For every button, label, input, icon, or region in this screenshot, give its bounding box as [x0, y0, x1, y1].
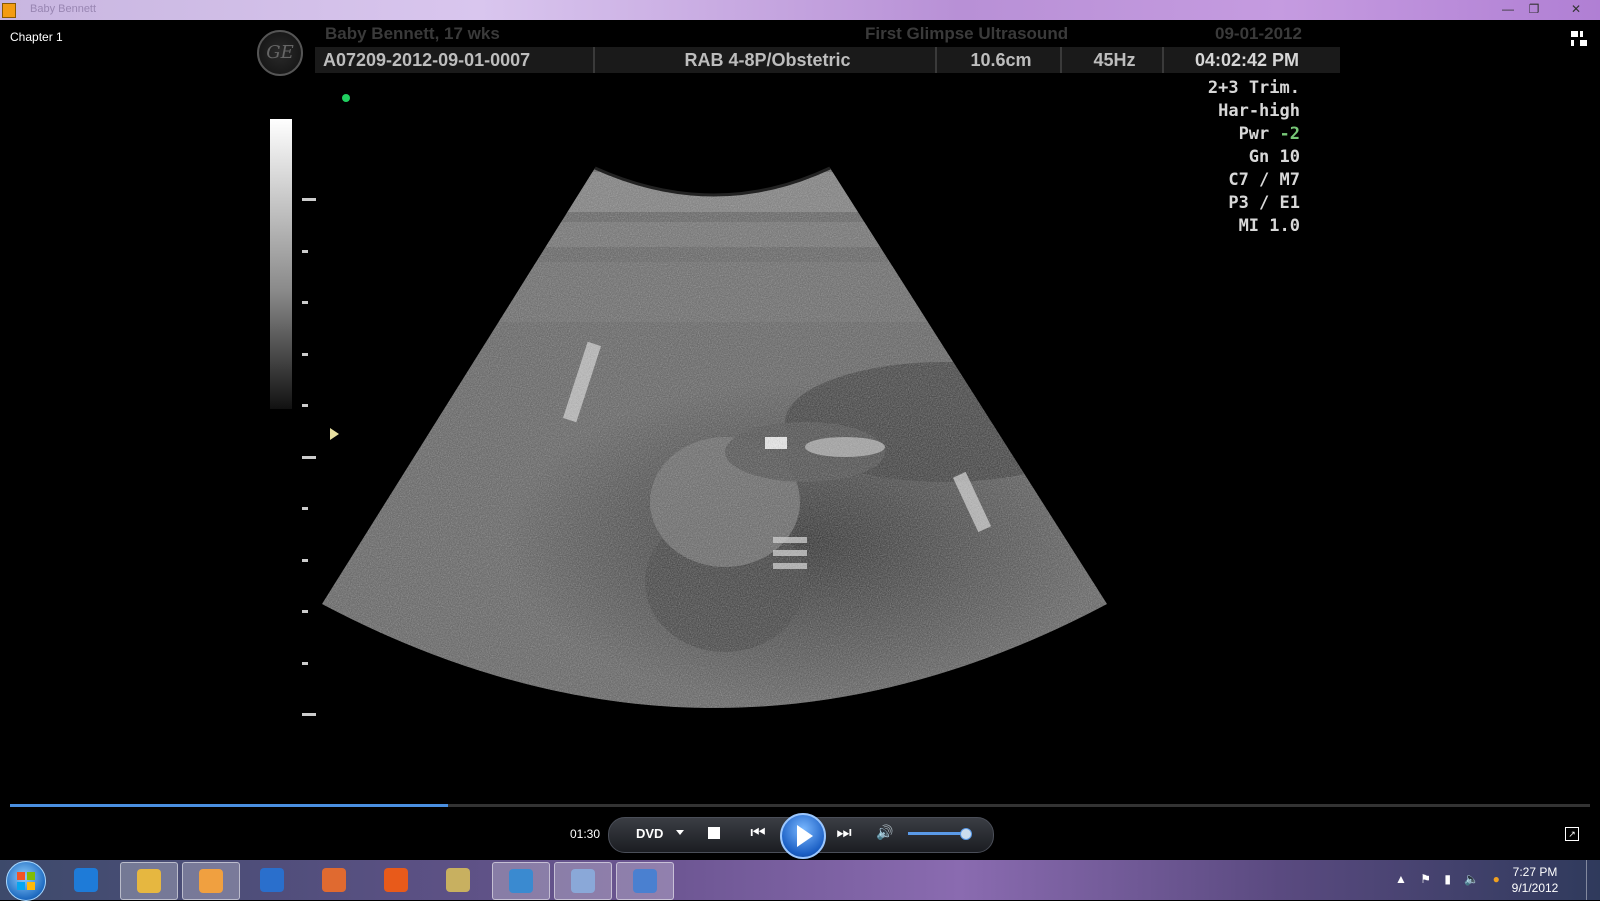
- taskbar-app-paint[interactable]: [430, 862, 486, 898]
- window-title: Baby Bennett: [30, 3, 97, 15]
- windows-taskbar: ▲ ⚑ ▮ 🔈 ● 7:27 PM 9/1/2012: [0, 860, 1600, 901]
- picture-viewer-icon: [509, 869, 533, 893]
- taskbar-app-internet-explorer[interactable]: [58, 862, 114, 898]
- video-frame[interactable]: GE Baby Bennett, 17 wks First Glimpse Ul…: [245, 22, 1340, 782]
- chapter-label: Chapter 1: [10, 30, 63, 44]
- volume-level: [908, 832, 965, 835]
- skip-previous-icon[interactable]: ⏮: [742, 822, 774, 844]
- network-icon[interactable]: ▮: [1444, 872, 1451, 886]
- seek-progress: [10, 804, 448, 807]
- photo-app-icon: [322, 868, 346, 892]
- elapsed-time: 01:30: [570, 827, 601, 841]
- taskbar-app-firefox[interactable]: [368, 862, 424, 898]
- clock-date: 9/1/2012: [1511, 881, 1559, 895]
- dvd-menu-button[interactable]: DVD: [636, 826, 663, 841]
- ultrasound-scan-image: [322, 166, 1107, 708]
- system-tray[interactable]: ▲ ⚑ ▮ 🔈 ●: [1395, 872, 1510, 886]
- wordpad-icon: [633, 869, 657, 893]
- media-player-icon: [199, 869, 223, 893]
- fullscreen-icon[interactable]: ↗: [1565, 827, 1579, 841]
- firefox-icon: [384, 868, 408, 892]
- play-icon: [797, 825, 813, 847]
- speaker-icon[interactable]: 🔊: [876, 824, 893, 841]
- skip-next-icon[interactable]: ⏭: [828, 822, 860, 844]
- minimize-button[interactable]: —: [1496, 0, 1520, 18]
- taskbar-app-file-explorer[interactable]: [120, 862, 178, 900]
- stop-icon[interactable]: [708, 827, 720, 839]
- show-desktop-button[interactable]: [1586, 860, 1600, 900]
- antivirus-icon[interactable]: ●: [1493, 872, 1500, 886]
- taskbar-app-picture-viewer[interactable]: [492, 862, 550, 900]
- play-button[interactable]: [780, 813, 826, 859]
- volume-slider[interactable]: [908, 828, 972, 840]
- seek-bar[interactable]: [10, 804, 1590, 807]
- start-button[interactable]: [6, 861, 46, 901]
- paint-icon: [446, 868, 470, 892]
- taskbar-app-photo-app[interactable]: [306, 862, 362, 898]
- volume-handle[interactable]: [960, 828, 972, 840]
- clock-time: 7:27 PM: [1512, 865, 1558, 879]
- media-player-app-icon: [2, 3, 16, 18]
- close-button[interactable]: ✕: [1560, 0, 1592, 18]
- file-explorer-icon: [137, 869, 161, 893]
- taskbar-app-calculator[interactable]: [554, 862, 612, 900]
- calculator-icon: [571, 869, 595, 893]
- switch-to-library-icon[interactable]: [1571, 31, 1589, 47]
- taskbar-app-hp-software[interactable]: [244, 862, 300, 898]
- action-center-icon[interactable]: ⚑: [1420, 872, 1431, 886]
- speaker-icon[interactable]: 🔈: [1464, 872, 1479, 886]
- chevron-down-icon[interactable]: [676, 830, 684, 835]
- window-title-bar[interactable]: Baby Bennett — ❐ ✕: [0, 0, 1600, 20]
- taskbar-clock[interactable]: 7:27 PM 9/1/2012: [1500, 864, 1570, 896]
- taskbar-app-media-player[interactable]: [182, 862, 240, 900]
- internet-explorer-icon: [74, 868, 98, 892]
- restore-button[interactable]: ❐: [1522, 0, 1546, 18]
- taskbar-app-wordpad[interactable]: [616, 862, 674, 900]
- show-hidden-icons-icon[interactable]: ▲: [1395, 872, 1407, 886]
- hp-software-icon: [260, 868, 284, 892]
